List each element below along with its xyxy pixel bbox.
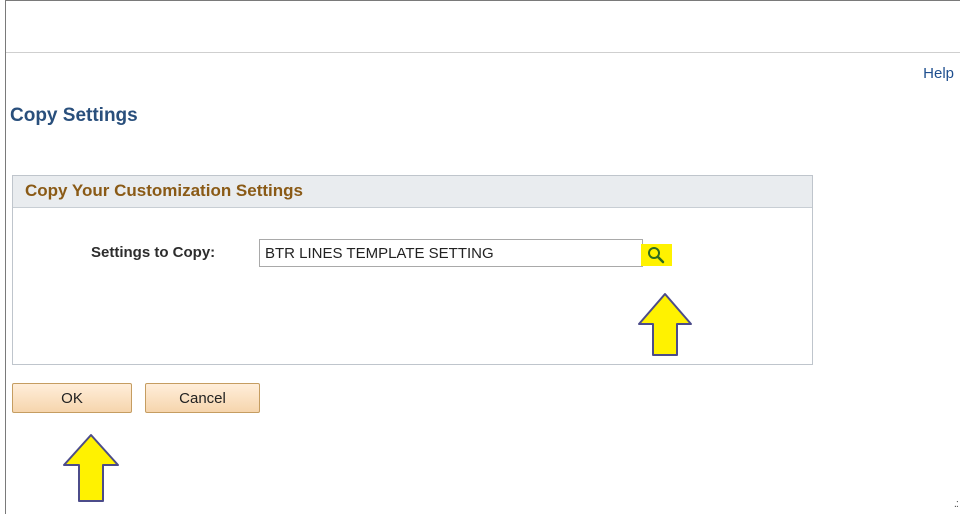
cancel-button[interactable]: Cancel — [145, 383, 260, 413]
settings-to-copy-input[interactable] — [259, 239, 643, 267]
page-frame: Help Copy Settings Copy Your Customizati… — [5, 0, 960, 514]
page-title: Copy Settings — [10, 105, 138, 126]
ok-button[interactable]: OK — [12, 383, 132, 413]
help-link[interactable]: Help — [923, 65, 954, 82]
resize-grip-icon[interactable]: .: — [954, 498, 959, 510]
settings-to-copy-label: Settings to Copy: — [91, 244, 216, 261]
up-arrow-icon — [638, 293, 692, 356]
lookup-button[interactable] — [641, 244, 672, 266]
up-arrow-icon — [63, 434, 119, 502]
magnifier-lookup-icon — [648, 247, 665, 264]
top-toolbar-strip — [6, 1, 960, 53]
group-title: Copy Your Customization Settings — [13, 176, 812, 208]
